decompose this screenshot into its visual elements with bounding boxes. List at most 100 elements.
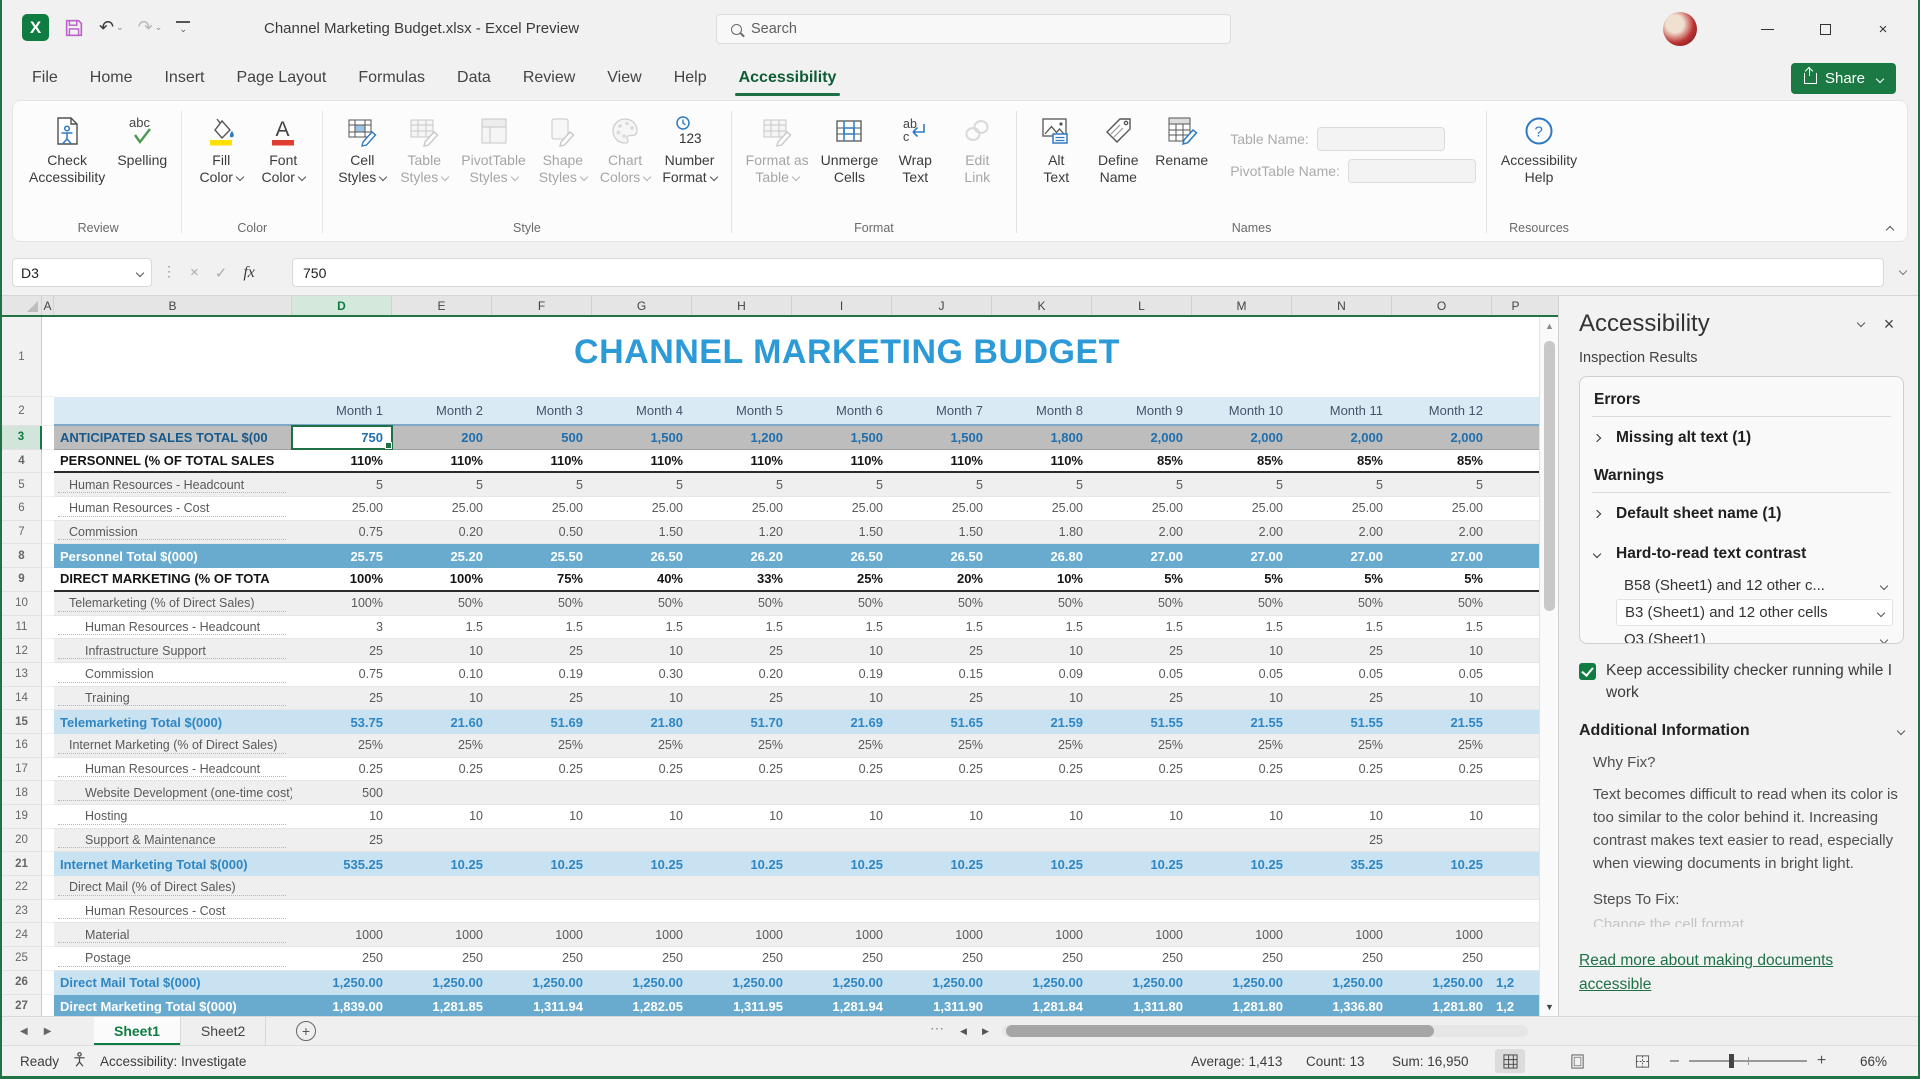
cell-G6[interactable]: 25.00 <box>592 497 692 520</box>
cell-F12[interactable]: 25 <box>492 639 592 662</box>
cell-I17[interactable]: 0.25 <box>792 758 892 781</box>
cell-M10[interactable]: 50% <box>1192 592 1292 615</box>
ribbon-button-cell-styles[interactable]: Cell Styles <box>333 113 391 188</box>
cell-B6[interactable]: Human Resources - Cost <box>54 497 292 520</box>
scroll-left-icon[interactable]: ◀ <box>960 1026 967 1037</box>
cell-N15[interactable]: 51.55 <box>1292 710 1392 734</box>
cell-L3[interactable]: 2,000 <box>1092 426 1192 449</box>
cell-I24[interactable]: 1000 <box>792 923 892 946</box>
cell-M22[interactable] <box>1192 876 1292 899</box>
cell-B25[interactable]: Postage <box>54 947 292 970</box>
column-header-M[interactable]: M <box>1192 296 1292 315</box>
cell-A11[interactable] <box>42 616 54 640</box>
avatar[interactable] <box>1663 12 1697 46</box>
cell-N24[interactable]: 1000 <box>1292 923 1392 946</box>
cell-N19[interactable]: 10 <box>1292 805 1392 828</box>
cell-K25[interactable]: 250 <box>992 947 1092 970</box>
cell-L21[interactable]: 10.25 <box>1092 852 1192 876</box>
cell-K26[interactable]: 1,250.00 <box>992 971 1092 995</box>
cell-L19[interactable]: 10 <box>1092 805 1192 828</box>
cell-P24[interactable] <box>1492 923 1539 946</box>
column-header-O[interactable]: O <box>1392 296 1492 315</box>
cell-A22[interactable] <box>42 876 54 900</box>
cell-J25[interactable]: 250 <box>892 947 992 970</box>
cell-E22[interactable] <box>392 876 492 899</box>
cell-A8[interactable] <box>42 544 54 568</box>
cell-E25[interactable]: 250 <box>392 947 492 970</box>
cell-G23[interactable] <box>592 900 692 923</box>
pane-close-button[interactable]: × <box>1874 314 1904 335</box>
cell-M13[interactable]: 0.05 <box>1192 663 1292 686</box>
column-header-A[interactable]: A <box>42 296 54 315</box>
row-header-7[interactable]: 7 <box>2 521 42 545</box>
zoom-slider-thumb[interactable] <box>1729 1054 1734 1068</box>
cell-D23[interactable] <box>292 900 392 923</box>
cell-H14[interactable]: 25 <box>692 687 792 710</box>
cell-N26[interactable]: 1,250.00 <box>1292 971 1392 995</box>
cell-A5[interactable] <box>42 473 54 497</box>
cell-I15[interactable]: 21.69 <box>792 710 892 734</box>
cell-F22[interactable] <box>492 876 592 899</box>
cell-G2[interactable]: Month 4 <box>592 397 692 424</box>
cell-O23[interactable] <box>1392 900 1492 923</box>
cell-A18[interactable] <box>42 781 54 805</box>
cell-L6[interactable]: 25.00 <box>1092 497 1192 520</box>
cell-K21[interactable]: 10.25 <box>992 852 1092 876</box>
cell-I26[interactable]: 1,250.00 <box>792 971 892 995</box>
cell-P27[interactable]: 1,2 <box>1492 995 1539 1017</box>
column-header-I[interactable]: I <box>792 296 892 315</box>
cell-O7[interactable]: 2.00 <box>1392 521 1492 544</box>
cell-O13[interactable]: 0.05 <box>1392 663 1492 686</box>
cell-L27[interactable]: 1,311.80 <box>1092 995 1192 1017</box>
cell-J22[interactable] <box>892 876 992 899</box>
zoom-in-button[interactable]: + <box>1817 1052 1826 1070</box>
cell-G13[interactable]: 0.30 <box>592 663 692 686</box>
prev-sheet-icon[interactable]: ◀ <box>20 1026 28 1037</box>
cell-K8[interactable]: 26.80 <box>992 544 1092 568</box>
cell-L4[interactable]: 85% <box>1092 450 1192 472</box>
cell-M25[interactable]: 250 <box>1192 947 1292 970</box>
ribbon-button-font-color[interactable]: AFont Color <box>254 113 312 188</box>
cell-I12[interactable]: 10 <box>792 639 892 662</box>
cell-D13[interactable]: 0.75 <box>292 663 392 686</box>
cell-F8[interactable]: 25.50 <box>492 544 592 568</box>
row-header-14[interactable]: 14 <box>2 687 42 711</box>
cell-G24[interactable]: 1000 <box>592 923 692 946</box>
ribbon-button-unmerge-cells[interactable]: Unmerge Cells <box>817 113 883 188</box>
cell-G10[interactable]: 50% <box>592 592 692 615</box>
tab-help[interactable]: Help <box>658 58 723 98</box>
cell-P5[interactable] <box>1492 473 1539 496</box>
cell-D26[interactable]: 1,250.00 <box>292 971 392 995</box>
pane-options-button[interactable] <box>1844 315 1874 333</box>
cell-D14[interactable]: 25 <box>292 687 392 710</box>
cell-F15[interactable]: 51.69 <box>492 710 592 734</box>
cell-M3[interactable]: 2,000 <box>1192 426 1292 449</box>
ribbon-button-accessibility-help[interactable]: ?Accessibility Help <box>1497 113 1581 188</box>
cell-A26[interactable] <box>42 971 54 995</box>
cell-P23[interactable] <box>1492 900 1539 923</box>
column-header-J[interactable]: J <box>892 296 992 315</box>
cell-D7[interactable]: 0.75 <box>292 521 392 544</box>
cell-N23[interactable] <box>1292 900 1392 923</box>
cell-P1[interactable] <box>1492 317 1539 397</box>
cell-I23[interactable] <box>792 900 892 923</box>
row-header-10[interactable]: 10 <box>2 592 42 616</box>
cell-N3[interactable]: 2,000 <box>1292 426 1392 449</box>
tab-file[interactable]: File <box>16 58 74 98</box>
cell-M20[interactable] <box>1192 829 1292 852</box>
ribbon-button-spelling[interactable]: abcSpelling <box>113 113 171 171</box>
cell-B14[interactable]: Training <box>54 687 292 710</box>
cell-A21[interactable] <box>42 852 54 876</box>
cell-K11[interactable]: 1.5 <box>992 616 1092 639</box>
cell-F18[interactable] <box>492 781 592 804</box>
cell-E18[interactable] <box>392 781 492 804</box>
cell-H17[interactable]: 0.25 <box>692 758 792 781</box>
cell-I13[interactable]: 0.19 <box>792 663 892 686</box>
cell-E4[interactable]: 110% <box>392 450 492 472</box>
cell-F13[interactable]: 0.19 <box>492 663 592 686</box>
tab-view[interactable]: View <box>591 58 657 98</box>
cell-E19[interactable]: 10 <box>392 805 492 828</box>
cell-H3[interactable]: 1,200 <box>692 426 792 449</box>
cell-G18[interactable] <box>592 781 692 804</box>
cell-N12[interactable]: 25 <box>1292 639 1392 662</box>
